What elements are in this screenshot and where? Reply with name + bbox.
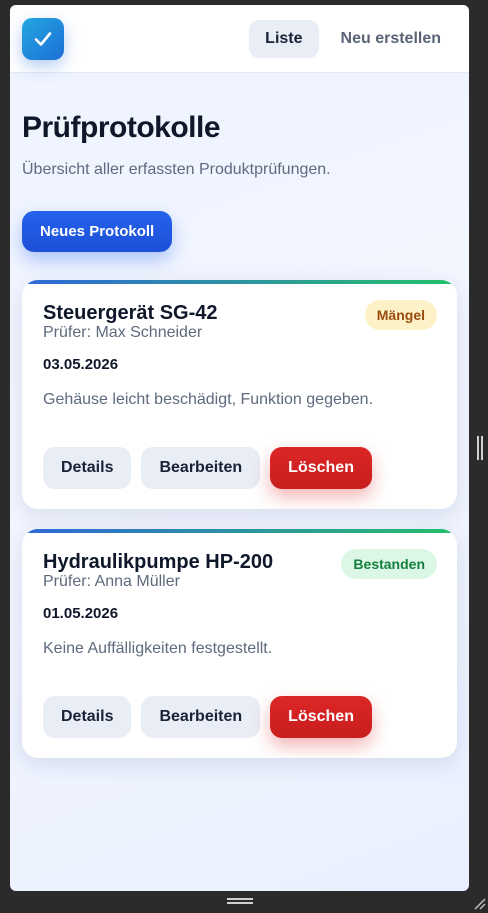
status-badge: Bestanden (341, 549, 437, 579)
protocol-note: Gehäuse leicht beschädigt, Funktion gege… (43, 391, 374, 408)
new-protocol-button[interactable]: Neues Protokoll (22, 211, 173, 252)
details-button[interactable]: Details (43, 696, 132, 738)
nav-list-tab[interactable]: Liste (249, 19, 319, 58)
protocol-product: Steuergerät SG-42 (43, 302, 218, 324)
card-actions: Details Bearbeiten Löschen (43, 447, 437, 489)
side-resize-handle[interactable] (477, 436, 483, 460)
page-title: Prüfprotokolle (22, 111, 221, 144)
app-logo[interactable] (22, 17, 64, 60)
main-content: Prüfprotokolle Übersicht aller erfassten… (10, 111, 469, 758)
checkmark-icon (34, 31, 52, 46)
delete-button[interactable]: Löschen (270, 447, 372, 489)
main-nav: Liste Neu erstellen (249, 19, 457, 58)
page-subtitle: Übersicht aller erfassten Produktprüfung… (22, 161, 331, 178)
details-button[interactable]: Details (43, 447, 132, 489)
edit-button[interactable]: Bearbeiten (141, 447, 261, 489)
protocol-date: 01.05.2026 (43, 605, 119, 622)
protocol-card: Steuergerät SG-42 Mängel Prüfer: Max Sch… (22, 280, 457, 509)
app-window: Liste Neu erstellen Prüfprotokolle Übers… (10, 5, 469, 891)
top-bar: Liste Neu erstellen (10, 5, 469, 73)
nav-create-tab[interactable]: Neu erstellen (325, 20, 457, 58)
status-badge: Mängel (364, 300, 437, 330)
card-actions: Details Bearbeiten Löschen (43, 696, 437, 738)
protocol-card: Hydraulikpumpe HP-200 Bestanden Prüfer: … (22, 529, 457, 758)
protocol-note: Keine Auffälligkeiten festgestellt. (43, 640, 273, 657)
resize-corner-icon[interactable] (472, 896, 486, 910)
delete-button[interactable]: Löschen (270, 696, 372, 738)
protocol-date: 03.05.2026 (43, 356, 119, 373)
bottom-resize-handle[interactable] (227, 898, 253, 904)
edit-button[interactable]: Bearbeiten (141, 696, 261, 738)
protocol-product: Hydraulikpumpe HP-200 (43, 551, 274, 573)
